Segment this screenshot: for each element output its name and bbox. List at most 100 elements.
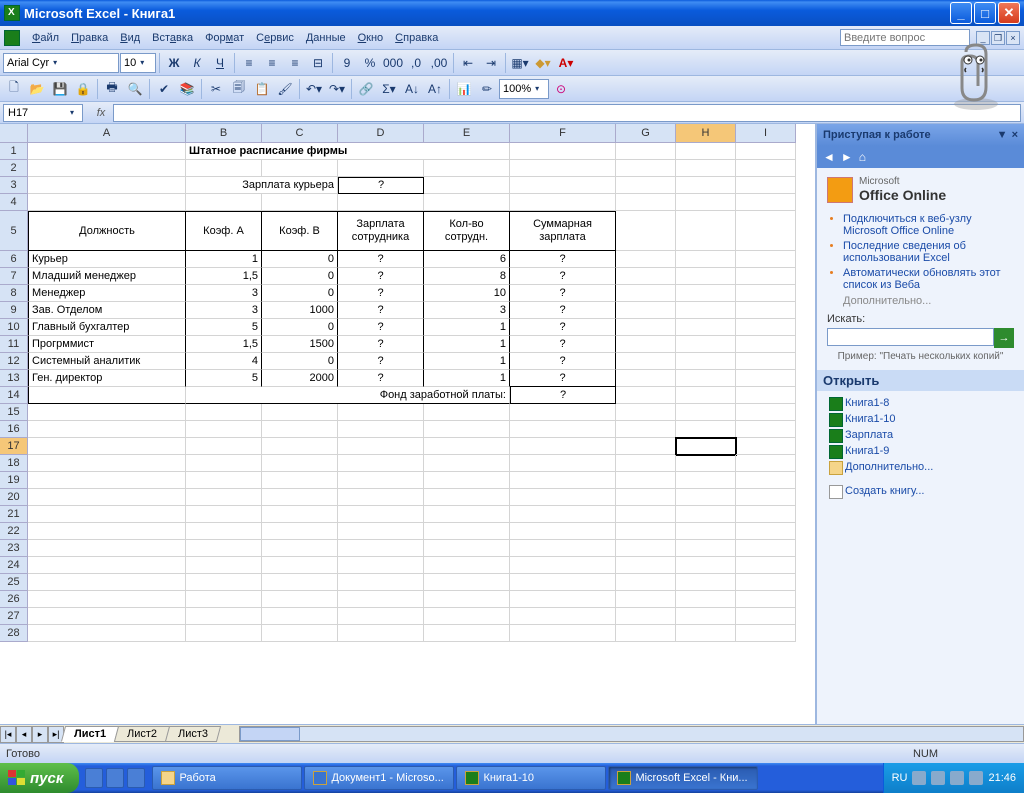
col-header-B[interactable]: B	[186, 124, 262, 143]
row-header-12[interactable]: 12	[0, 353, 28, 370]
save-button[interactable]: 💾	[49, 78, 71, 100]
row-header-9[interactable]: 9	[0, 302, 28, 319]
select-all-corner[interactable]	[0, 124, 28, 143]
taskbar-item-0[interactable]: Работа	[152, 766, 302, 790]
menu-tools[interactable]: Сервис	[250, 30, 300, 46]
hdr-salary[interactable]: Зарплата сотрудника	[338, 211, 424, 251]
taskpane-home-button[interactable]: ⌂	[859, 150, 866, 164]
row-header-3[interactable]: 3	[0, 177, 28, 194]
row-header-19[interactable]: 19	[0, 472, 28, 489]
col-header-D[interactable]: D	[338, 124, 424, 143]
underline-button[interactable]: Ч	[209, 52, 231, 74]
tp-create-book[interactable]: Создать книгу...	[827, 483, 1014, 499]
col-header-I[interactable]: I	[736, 124, 796, 143]
help-button[interactable]: ⊙	[550, 78, 572, 100]
merge-center-button[interactable]: ⊟	[307, 52, 329, 74]
redo-button[interactable]: ↷▾	[326, 78, 348, 100]
increase-decimal-button[interactable]: ,0	[405, 52, 427, 74]
taskpane-back-button[interactable]: ◄	[823, 150, 835, 164]
worksheet-grid[interactable]: A B C D E F G H I 1 Штатное расписание ф…	[0, 124, 816, 724]
tab-nav-first[interactable]: |◂	[0, 726, 16, 743]
currency-button[interactable]: 9	[336, 52, 358, 74]
row-header-20[interactable]: 20	[0, 489, 28, 506]
hdr-coef-b[interactable]: Коэф. В	[262, 211, 338, 251]
row-header-6[interactable]: 6	[0, 251, 28, 268]
row-header-7[interactable]: 7	[0, 268, 28, 285]
taskpane-forward-button[interactable]: ►	[841, 150, 853, 164]
formula-bar[interactable]	[113, 104, 1021, 122]
tray-icon-1[interactable]	[912, 771, 926, 785]
permission-button[interactable]: 🔒	[72, 78, 94, 100]
menu-insert[interactable]: Вставка	[146, 30, 199, 46]
help-question-box[interactable]	[840, 29, 970, 46]
hyperlink-button[interactable]: 🔗	[355, 78, 377, 100]
undo-button[interactable]: ↶▾	[303, 78, 325, 100]
doc-minimize-button[interactable]: _	[976, 31, 990, 45]
table-row[interactable]: Главный бухгалтер	[28, 319, 186, 336]
tp-link-connect[interactable]: Подключиться к веб-узлу Microsoft Office…	[843, 213, 972, 237]
decrease-indent-button[interactable]: ⇤	[457, 52, 479, 74]
row-header-11[interactable]: 11	[0, 336, 28, 353]
sort-asc-button[interactable]: A↓	[401, 78, 423, 100]
align-center-button[interactable]: ≡	[261, 52, 283, 74]
row-header-8[interactable]: 8	[0, 285, 28, 302]
percent-button[interactable]: %	[359, 52, 381, 74]
spelling-button[interactable]: ✔	[153, 78, 175, 100]
ql-media-icon[interactable]	[127, 768, 145, 788]
row-header-17[interactable]: 17	[0, 438, 28, 455]
table-row[interactable]: Прогрммист	[28, 336, 186, 353]
table-row[interactable]: Ген. директор	[28, 370, 186, 387]
tray-icon-3[interactable]	[950, 771, 964, 785]
increase-indent-button[interactable]: ⇥	[480, 52, 502, 74]
tp-link-news[interactable]: Последние сведения об использовании Exce…	[843, 240, 966, 264]
thousands-button[interactable]: 000	[382, 52, 404, 74]
decrease-decimal-button[interactable]: ,00	[428, 52, 450, 74]
row-header-13[interactable]: 13	[0, 370, 28, 387]
table-row[interactable]: Курьер	[28, 251, 186, 268]
menu-data[interactable]: Данные	[300, 30, 352, 46]
hdr-position[interactable]: Должность	[28, 211, 186, 251]
row-header-16[interactable]: 16	[0, 421, 28, 438]
window-minimize-button[interactable]: _	[950, 2, 972, 24]
research-button[interactable]: 📚	[176, 78, 198, 100]
taskbar-item-1[interactable]: Документ1 - Microso...	[304, 766, 454, 790]
tp-recent-1[interactable]: Книга1-10	[827, 411, 1014, 427]
hdr-count[interactable]: Кол-во сотрудн.	[424, 211, 510, 251]
cut-button[interactable]: ✂	[205, 78, 227, 100]
menu-format[interactable]: Формат	[199, 30, 250, 46]
table-row[interactable]: Менеджер	[28, 285, 186, 302]
col-header-H[interactable]: H	[676, 124, 736, 143]
col-header-E[interactable]: E	[424, 124, 510, 143]
name-box[interactable]: H17▾	[3, 104, 83, 122]
font-name-combo[interactable]: Arial Cyr▾	[3, 53, 119, 73]
table-row[interactable]: Младший менеджер	[28, 268, 186, 285]
row-header-27[interactable]: 27	[0, 608, 28, 625]
row-header-23[interactable]: 23	[0, 540, 28, 557]
tp-recent-3[interactable]: Книга1-9	[827, 443, 1014, 459]
tray-clock[interactable]: 21:46	[988, 772, 1016, 784]
borders-button[interactable]: ▦▾	[509, 52, 531, 74]
window-close-button[interactable]: ✕	[998, 2, 1020, 24]
tp-recent-2[interactable]: Зарплата	[827, 427, 1014, 443]
ql-ie-icon[interactable]	[85, 768, 103, 788]
tp-recent-0[interactable]: Книга1-8	[827, 395, 1014, 411]
menu-window[interactable]: Окно	[352, 30, 390, 46]
autosum-button[interactable]: Σ▾	[378, 78, 400, 100]
chart-wizard-button[interactable]: 📊	[453, 78, 475, 100]
sheet-tab-2[interactable]: Лист2	[114, 726, 170, 742]
window-maximize-button[interactable]: □	[974, 2, 996, 24]
fund-label[interactable]: Фонд заработной платы:	[186, 387, 510, 404]
table-row[interactable]: Зав. Отделом	[28, 302, 186, 319]
doc-restore-button[interactable]: ❐	[991, 31, 1005, 45]
horizontal-scrollbar[interactable]	[239, 726, 1024, 742]
menu-edit[interactable]: Правка	[65, 30, 114, 46]
row-header-25[interactable]: 25	[0, 574, 28, 591]
col-header-F[interactable]: F	[510, 124, 616, 143]
tab-nav-next[interactable]: ▸	[32, 726, 48, 743]
row-header-26[interactable]: 26	[0, 591, 28, 608]
row-header-15[interactable]: 15	[0, 404, 28, 421]
tp-link-autoupdate[interactable]: Автоматически обновлять этот список из В…	[843, 267, 1001, 291]
doc-close-button[interactable]: ×	[1006, 31, 1020, 45]
tp-link-more[interactable]: Дополнительно...	[827, 295, 1014, 307]
align-left-button[interactable]: ≡	[238, 52, 260, 74]
